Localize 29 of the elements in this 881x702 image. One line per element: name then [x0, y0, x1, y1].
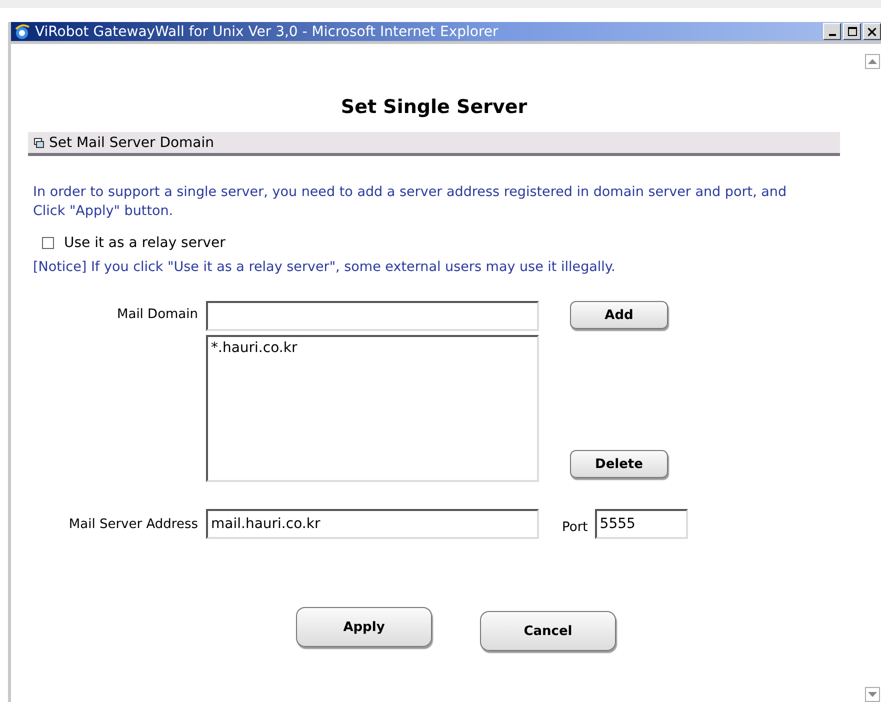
relay-checkbox[interactable]	[42, 237, 54, 249]
instruction-text: In order to support a single server, you need to add a server address registered in domain server and port, and Click "Apply" button.	[32, 183, 788, 221]
section-title: Set Mail Server Domain	[49, 134, 214, 150]
port-field[interactable]: 5555	[594, 509, 688, 539]
window-icon	[34, 138, 44, 148]
maximize-icon	[848, 27, 856, 36]
add-button[interactable]: Add	[570, 301, 668, 329]
maximize-button[interactable]	[843, 23, 861, 40]
checkbox-label: Use it as a relay server	[64, 235, 226, 251]
notice-text: [Notice] If you click "Use it as a relay server", some external users may use it illegally.	[32, 258, 616, 277]
scroll-down-icon[interactable]	[865, 687, 880, 702]
close-button[interactable]	[863, 23, 881, 40]
browser-icon	[14, 24, 30, 40]
field-label: Mail Server Address	[68, 516, 198, 532]
page-heading: Set Single Server	[340, 96, 528, 118]
scroll-up-icon[interactable]	[865, 54, 880, 69]
apply-button[interactable]: Apply	[296, 607, 432, 647]
window-title: ViRobot GatewayWall for Unix Ver 3,0 - Microsoft Internet Explorer	[35, 24, 500, 40]
cancel-button[interactable]: Cancel	[480, 611, 616, 651]
field-label: Mail Domain	[116, 306, 198, 322]
minimize-icon	[828, 34, 836, 36]
minimize-button[interactable]	[823, 23, 841, 40]
server-address-field[interactable]: mail.hauri.co.kr	[206, 509, 539, 539]
domain-list[interactable]: *.hauri.co.kr	[206, 335, 539, 482]
field-label: Port	[562, 518, 588, 534]
delete-button[interactable]: Delete	[570, 450, 668, 478]
close-icon	[868, 28, 876, 36]
mail-domain-field[interactable]	[206, 301, 539, 331]
list-item[interactable]: *.hauri.co.kr	[211, 340, 534, 356]
